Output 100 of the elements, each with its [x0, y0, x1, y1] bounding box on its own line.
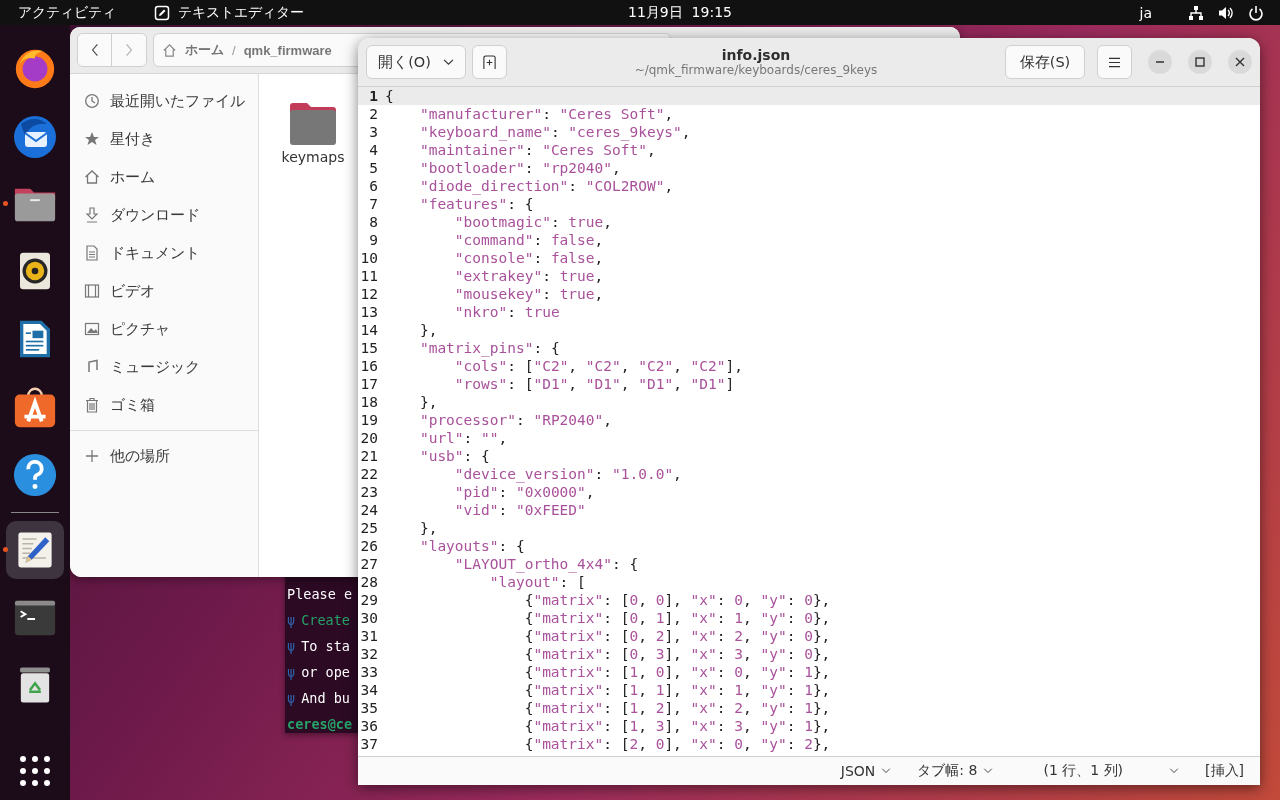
code-line: "maintainer": "Ceres Soft",	[418, 141, 656, 159]
terminal-text: And bu	[301, 690, 350, 706]
chevron-down-icon	[983, 768, 994, 774]
code-line: "layouts": {	[418, 537, 525, 555]
chevron-down-icon	[1169, 768, 1180, 774]
code-line: "device_version": "1.0.0",	[453, 465, 682, 483]
text-editor-icon	[154, 4, 170, 21]
code-line: "url": "",	[418, 429, 508, 447]
save-button[interactable]: 保存(S)	[1005, 45, 1085, 79]
terminal-text: or ope	[301, 664, 350, 680]
activities-button[interactable]: アクティビティ	[18, 3, 116, 22]
code-line: {"matrix": [0, 2], "x": 2, "y": 0},	[523, 627, 831, 645]
code-line: },	[418, 321, 438, 339]
path-separator: /	[232, 42, 236, 58]
code-line: "rows": ["D1", "D1", "D1", "D1"]	[453, 375, 735, 393]
sidebar-item[interactable]: 星付き	[70, 120, 258, 158]
code-line: "cols": ["C2", "C2", "C2", "C2"],	[453, 357, 743, 375]
chevron-left-icon	[90, 43, 99, 57]
code-line: "LAYOUT_ortho_4x4": {	[453, 555, 639, 573]
sidebar-item[interactable]: ダウンロード	[70, 196, 258, 234]
code-line: {"matrix": [0, 3], "x": 3, "y": 0},	[523, 645, 831, 663]
sidebar-item[interactable]: ミュージック	[70, 348, 258, 386]
code-line: "bootloader": "rp2040",	[418, 159, 621, 177]
code-line: "vid": "0xFEED"	[453, 501, 586, 519]
open-button[interactable]: 開く(O)	[366, 45, 466, 79]
code-line: "layout": [	[488, 573, 586, 591]
home-icon	[162, 42, 177, 58]
help-icon[interactable]	[12, 451, 58, 498]
volume-icon[interactable]	[1218, 4, 1234, 21]
menu-icon	[1108, 56, 1121, 68]
folder-icon[interactable]	[289, 102, 337, 146]
tab-width-selector[interactable]: タブ幅: 8	[917, 762, 994, 780]
minimize-button[interactable]	[1148, 50, 1172, 74]
code-line: "keyboard_name": "ceres_9keys",	[418, 123, 691, 141]
film-icon	[84, 283, 100, 299]
code-line: {"matrix": [0, 0], "x": 0, "y": 0},	[523, 591, 831, 609]
window-title: info.json	[721, 47, 791, 63]
file-name[interactable]: keymaps	[281, 149, 345, 165]
code-line: {"matrix": [1, 0], "x": 0, "y": 1},	[523, 663, 831, 681]
close-button[interactable]	[1228, 50, 1252, 74]
terminal-bullet: ψ	[287, 612, 296, 628]
language-selector[interactable]: JSON	[840, 763, 892, 779]
code-line: "manufacturer": "Ceres Soft",	[418, 105, 674, 123]
sidebar-item[interactable]: ビデオ	[70, 272, 258, 310]
sidebar-item[interactable]: 最近開いたファイル	[70, 82, 258, 120]
path-segment[interactable]: ホーム	[185, 41, 224, 59]
terminal-text: Please e	[287, 586, 353, 602]
code-line: "usb": {	[418, 447, 490, 465]
document-icon	[84, 245, 100, 261]
sidebar-item[interactable]: ゴミ箱	[70, 386, 258, 424]
chevron-right-icon	[125, 43, 133, 57]
close-icon	[1235, 57, 1245, 67]
code-line: {"matrix": [1, 2], "x": 2, "y": 1},	[523, 699, 831, 717]
maximize-button[interactable]	[1188, 50, 1212, 74]
sidebar-item[interactable]: ホーム	[70, 158, 258, 196]
menu-button[interactable]	[1097, 45, 1132, 79]
image-icon	[84, 321, 100, 337]
code-line: {"matrix": [1, 1], "x": 1, "y": 1},	[523, 681, 831, 699]
terminal-bullet: ψ	[287, 638, 296, 654]
clock-icon	[84, 93, 100, 109]
code-line: {"matrix": [1, 3], "x": 3, "y": 1},	[523, 717, 831, 735]
code-line: "nkro": true	[453, 303, 560, 321]
code-line: "pid": "0x0000",	[453, 483, 595, 501]
sidebar-item[interactable]: ピクチャ	[70, 310, 258, 348]
terminal-text: ceres@ce	[287, 716, 353, 732]
code-line: "command": false,	[453, 231, 604, 249]
code-line: "extrakey": true,	[453, 267, 604, 285]
code-line: "features": {	[418, 195, 534, 213]
code-line: {"matrix": [2, 0], "x": 0, "y": 2},	[523, 735, 831, 753]
terminal-text: Create	[301, 612, 350, 628]
maximize-icon	[1195, 57, 1205, 67]
trash-icon	[84, 397, 100, 413]
code-line: {"matrix": [0, 1], "x": 1, "y": 0},	[523, 609, 831, 627]
chevron-down-icon	[881, 768, 892, 774]
clock[interactable]: 11月9日 19:15	[628, 3, 732, 22]
sidebar-item[interactable]: 他の場所	[70, 437, 258, 475]
cursor-position: (1 行、1 列)	[1043, 762, 1124, 780]
star-icon	[84, 131, 100, 147]
network-icon[interactable]	[1188, 4, 1204, 21]
sidebar-item[interactable]: ドキュメント	[70, 234, 258, 272]
plus-icon	[84, 448, 100, 464]
dock-item-highlight[interactable]	[6, 520, 64, 579]
path-segment[interactable]: qmk_firmware	[243, 42, 332, 58]
home-icon	[84, 169, 100, 185]
app-menu[interactable]: テキストエディター	[178, 3, 304, 22]
code-line: "processor": "RP2040",	[418, 411, 612, 429]
app-grid-icon[interactable]	[19, 755, 51, 788]
new-tab-button[interactable]	[472, 45, 507, 79]
code-line: {	[384, 87, 394, 105]
power-icon[interactable]	[1248, 4, 1264, 21]
chevron-down-icon	[442, 58, 454, 66]
code-line: "console": false,	[453, 249, 604, 267]
terminal-bullet: ψ	[287, 690, 296, 706]
insert-mode: [挿入]	[1205, 762, 1244, 780]
code-line: "mousekey": true,	[453, 285, 604, 303]
new-tab-icon	[482, 54, 497, 70]
input-method[interactable]: ja	[1139, 4, 1152, 21]
code-line: },	[418, 393, 438, 411]
code-line: "bootmagic": true,	[453, 213, 612, 231]
code-line: "diode_direction": "COL2ROW",	[418, 177, 674, 195]
